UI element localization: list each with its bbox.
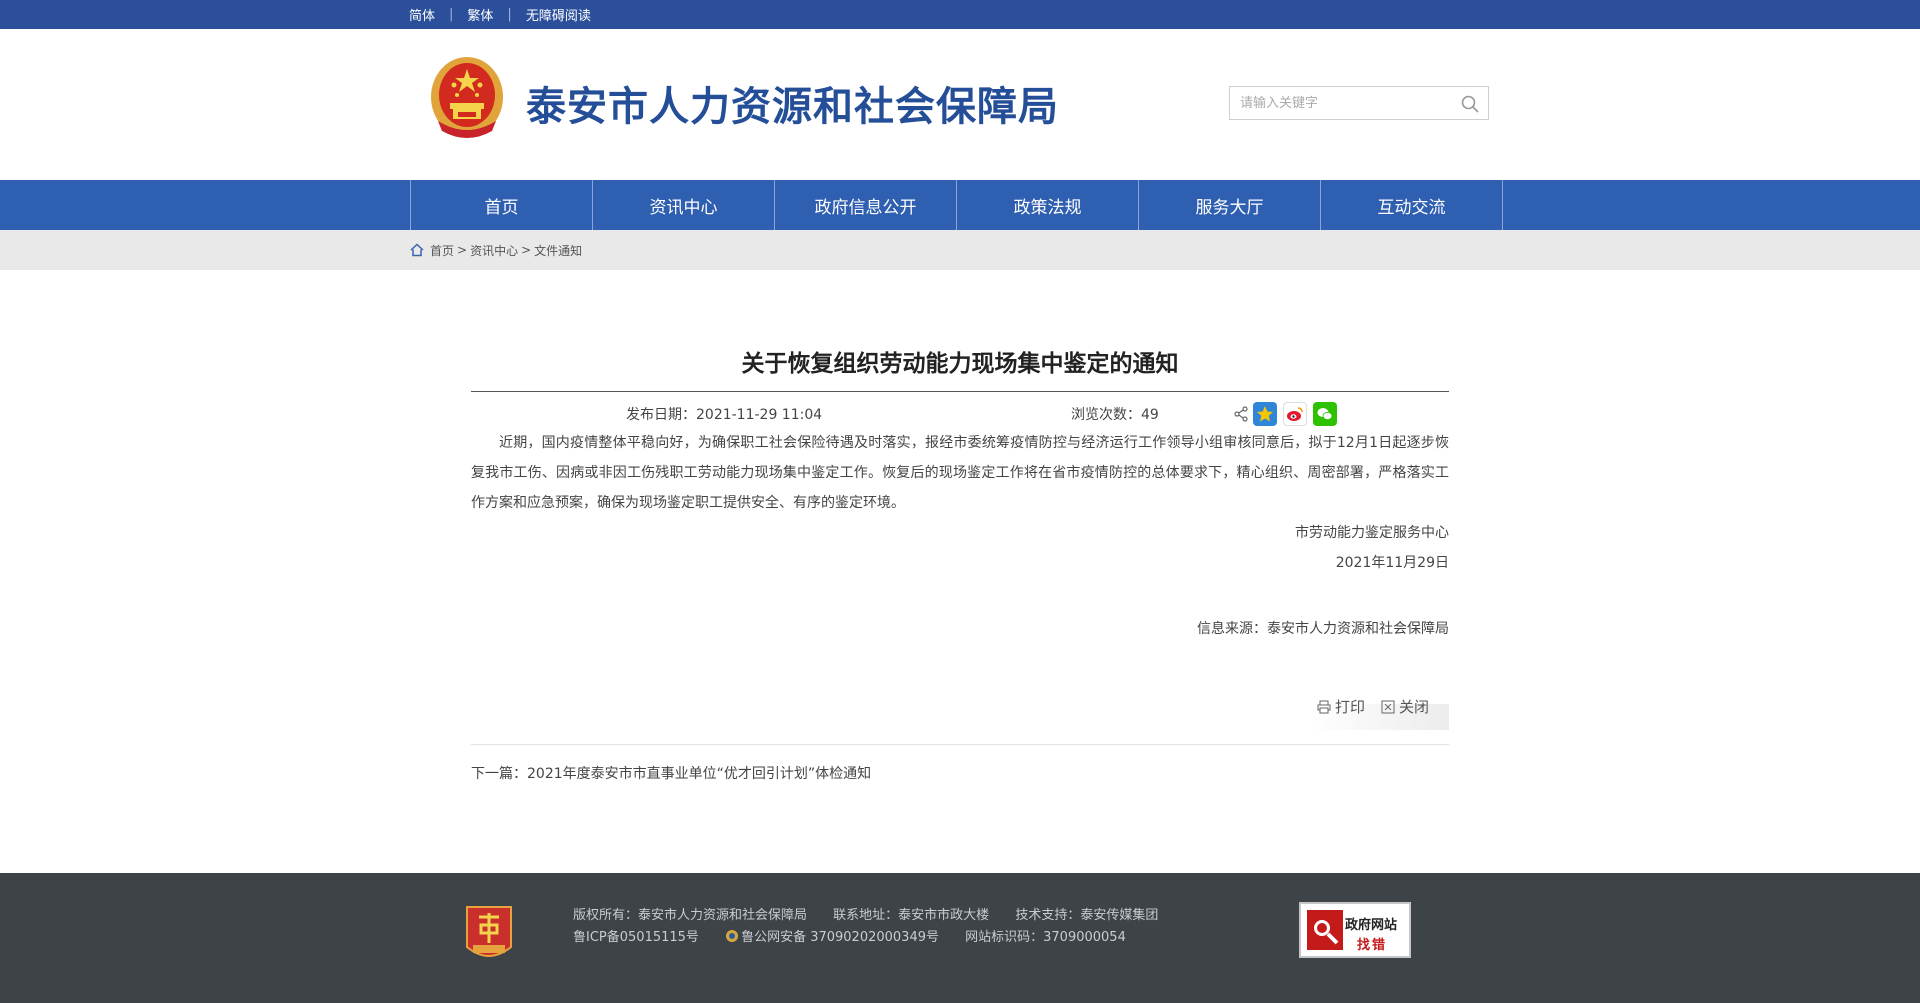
police-badge-icon [726,930,739,942]
actions-divider [471,744,1449,745]
nav-news-center[interactable]: 资讯中心 [593,180,775,230]
nav-gov-info[interactable]: 政府信息公开 [775,180,957,230]
share-bar [1233,402,1343,426]
breadcrumb-file-notice[interactable]: 文件通知 [534,242,582,259]
breadcrumb-separator: > [521,243,532,257]
breadcrumb-separator: > [457,243,468,257]
footer-copyright: 版权所有：泰安市人力资源和社会保障局 [573,908,808,923]
separator: | [507,7,512,22]
nav-interaction[interactable]: 互动交流 [1321,180,1503,230]
next-article-link[interactable]: 下一篇：2021年度泰安市市直事业单位“优才回引计划”体检通知 [471,766,871,782]
findbug-line2: 找错 [1357,938,1388,953]
simplified-chinese-link[interactable]: 简体 [409,5,435,24]
findbug-line1: 政府网站 [1345,918,1398,933]
gov-site-findbug-button[interactable]: 政府网站 找错 [1299,902,1411,958]
print-label: 打印 [1334,698,1365,716]
accessible-reading-link[interactable]: 无障碍阅读 [526,5,591,24]
article-title: 关于恢复组织劳动能力现场集中鉴定的通知 [741,351,1179,377]
site-title: 泰安市人力资源和社会保障局 [526,84,1059,130]
wechat-share-icon[interactable] [1313,402,1337,426]
site-header: 泰安市人力资源和社会保障局 [0,29,1920,180]
footer-address: 联系地址：泰安市市政大楼 [833,908,990,923]
article-actions: 打印 关闭 [471,696,1449,730]
publish-date: 发布日期：2021-11-29 11:04 [626,407,823,423]
info-source: 信息来源：泰安市人力资源和社会保障局 [1197,621,1449,637]
breadcrumb-news-center[interactable]: 资讯中心 [470,242,518,259]
close-icon [1381,700,1395,713]
breadcrumb-bar: 首页 > 资讯中心 > 文件通知 [0,230,1920,270]
top-links: 简体 | 繁体 | 无障碍阅读 [409,0,591,29]
signature-org: 市劳动能力鉴定服务中心 [1295,525,1449,541]
search-box [1229,86,1489,120]
next-article: 下一篇：2021年度泰安市市直事业单位“优才回引计划”体检通知 [471,763,1449,783]
article: 关于恢复组织劳动能力现场集中鉴定的通知 发布日期：2021-11-29 11:0… [471,270,1449,783]
close-button[interactable]: 关闭 [1381,696,1429,717]
article-body: 近期，国内疫情整体平稳向好，为确保职工社会保险待遇及时落实，报经市委统筹疫情防控… [471,435,1449,511]
traditional-chinese-link[interactable]: 繁体 [467,5,493,24]
main-nav: 首页 资讯中心 政府信息公开 政策法规 服务大厅 互动交流 [0,180,1920,230]
search-icon[interactable] [1460,94,1480,114]
magnifier-icon [1307,910,1343,950]
qzone-share-icon[interactable] [1253,402,1277,426]
home-icon [410,243,424,257]
nav-policies[interactable]: 政策法规 [957,180,1139,230]
close-label: 关闭 [1398,698,1429,716]
signature-date: 2021年11月29日 [1335,555,1449,571]
print-button[interactable]: 打印 [1317,696,1365,717]
top-bar: 简体 | 繁体 | 无障碍阅读 [0,0,1920,29]
site-footer: 版权所有：泰安市人力资源和社会保障局 联系地址：泰安市市政大楼 技术支持：泰安传… [0,873,1920,1003]
view-count: 浏览次数：49 [1071,407,1159,423]
nav-service-hall[interactable]: 服务大厅 [1139,180,1321,230]
nav-home[interactable]: 首页 [411,180,593,230]
breadcrumb: 首页 > 资讯中心 > 文件通知 [410,230,582,270]
share-icon [1234,406,1248,422]
footer-site-code: 网站标识码：3709000054 [965,930,1126,945]
footer-police[interactable]: 鲁公网安备 37090202000349号 [741,930,939,945]
search-input[interactable] [1240,87,1450,119]
breadcrumb-home[interactable]: 首页 [430,242,454,259]
footer-info: 版权所有：泰安市人力资源和社会保障局 联系地址：泰安市市政大楼 技术支持：泰安传… [573,905,1158,949]
footer-icp[interactable]: 鲁ICP备05015115号 [573,930,699,945]
national-emblem-icon [431,57,503,138]
article-meta: 发布日期：2021-11-29 11:04 浏览次数：49 [471,392,1449,428]
printer-icon [1317,700,1331,713]
party-gov-badge-icon[interactable] [463,903,515,965]
separator: | [449,7,454,22]
footer-support: 技术支持：泰安传媒集团 [1015,908,1159,923]
weibo-share-icon[interactable] [1283,402,1307,426]
